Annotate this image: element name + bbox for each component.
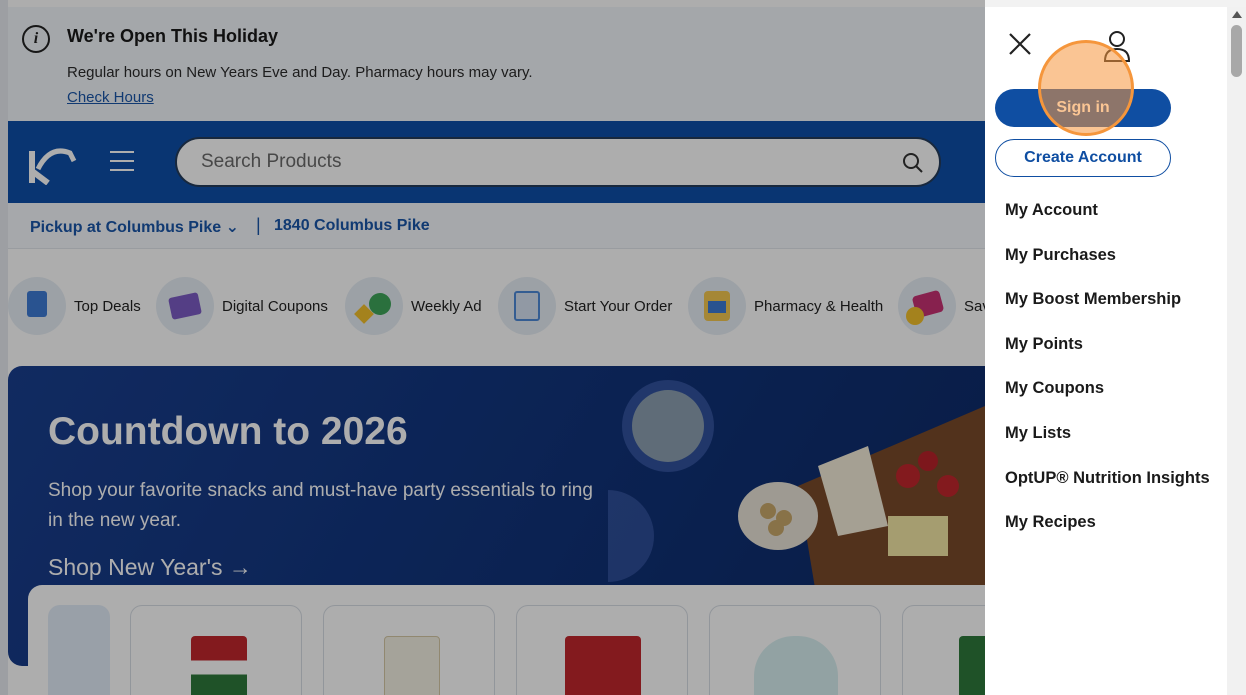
kroger-page: i We're Open This Holiday Regular hours … (0, 0, 985, 695)
scrollbar-thumb[interactable] (1231, 25, 1242, 77)
menu-item-my-recipes[interactable]: My Recipes (1005, 513, 1210, 558)
menu-item-my-lists[interactable]: My Lists (1005, 424, 1210, 469)
menu-item-my-points[interactable]: My Points (1005, 335, 1210, 380)
scroll-up-arrow-icon[interactable] (1232, 11, 1242, 18)
account-menu: My Account My Purchases My Boost Members… (1005, 201, 1210, 558)
menu-item-my-boost-membership[interactable]: My Boost Membership (1005, 290, 1210, 335)
menu-item-my-account[interactable]: My Account (1005, 201, 1210, 246)
menu-item-my-purchases[interactable]: My Purchases (1005, 246, 1210, 291)
menu-item-my-coupons[interactable]: My Coupons (1005, 379, 1210, 424)
close-icon[interactable] (1007, 31, 1033, 57)
user-icon (1103, 31, 1131, 62)
create-account-button[interactable]: Create Account (995, 139, 1171, 177)
page-scrollbar[interactable] (1227, 7, 1246, 695)
modal-backdrop[interactable] (0, 0, 985, 695)
sign-in-button[interactable]: Sign in (995, 89, 1171, 127)
account-drawer: Sign in Create Account My Account My Pur… (985, 7, 1227, 695)
menu-item-optup-nutrition[interactable]: OptUP® Nutrition Insights (1005, 469, 1210, 514)
